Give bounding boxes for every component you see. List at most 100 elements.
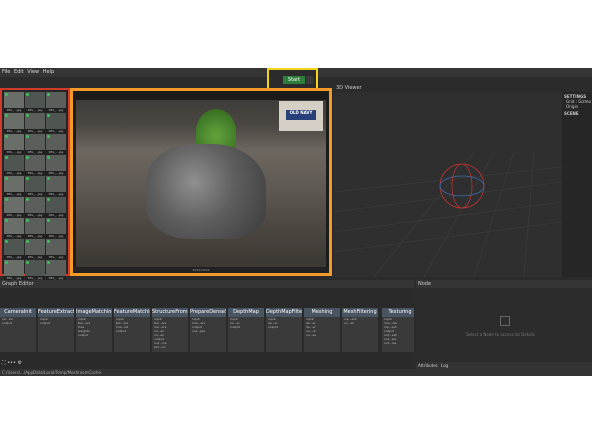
thumbnail[interactable]: IMG_...jpg [46,239,66,259]
graph-node-title: DepthMapFilter [266,308,302,317]
graph-node-title: FeatureMatching [114,308,150,317]
thumbnail[interactable]: IMG_...jpg [46,134,66,154]
start-button-highlight: Start [267,68,318,90]
graph-node[interactable]: ImageMatching input fea...ers tree weights ou… [76,308,112,352]
thumbnail[interactable]: IMG_...jpg [46,92,66,112]
thumbnail-label: IMG_...jpg [4,255,24,259]
thumbnail[interactable]: IMG_...jpg [46,260,66,280]
node-panel-message: Select a Node to access its Details [466,332,535,337]
thumbnail[interactable]: IMG_...jpg [4,155,24,175]
thumbnail-label: IMG_...jpg [4,150,24,154]
graph-editor[interactable]: CameraInit rai...ati output FeatureExtract i… [0,288,414,368]
thumbnail[interactable]: IMG_...jpg [4,113,24,133]
thumbnail-label: IMG_...jpg [4,192,24,196]
graph-node-port[interactable]: output [230,325,264,329]
thumbnail[interactable]: IMG_...jpg [25,197,45,217]
status-icon [5,240,8,243]
thumbnail-label: IMG_...jpg [46,171,66,175]
settings-origin[interactable]: Origin [566,104,592,109]
node-panel: Select a Node to access its Details [416,288,592,362]
viewer3d-canvas[interactable] [334,92,562,277]
more-icon[interactable]: ••• [7,360,16,366]
graph-node-port[interactable]: out...ges [192,329,226,333]
thumbnail[interactable]: IMG_...jpg [4,92,24,112]
graph-node[interactable]: StructureFromMotioninputfea...ersma...er… [152,308,188,352]
menu-help[interactable]: Help [43,69,54,75]
thumbnail[interactable]: IMG_...jpg [25,239,45,259]
thumbnail-label: IMG_...jpg [4,213,24,217]
graph-node[interactable]: Meshing input de...er de...er ou...ut ou...se [304,308,340,352]
graph-node-title: Texturing [382,308,414,317]
graph-node-port[interactable]: ext...ics [154,345,188,349]
thumbnail-label: IMG_...jpg [4,129,24,133]
thumbnail[interactable]: IMG_...jpg [25,176,45,196]
graph-node-title: ImageMatching [76,308,112,317]
thumbnail[interactable]: IMG_...jpg [25,155,45,175]
status-icon [26,219,29,222]
graph-node[interactable]: CameraInit rai...ati output [0,308,36,352]
image-path-bar [76,94,326,100]
image-gallery: IMG_...jpg IMG_...jpg IMG_...jpg IMG_...jpg… [0,88,70,301]
thumbnail[interactable]: IMG_...jpg [4,176,24,196]
thumbnail[interactable]: IMG_...jpg [46,113,66,133]
thumbnail[interactable]: IMG_...jpg [46,197,66,217]
tab-attributes[interactable]: Attributes [418,363,438,368]
thumbnail[interactable]: IMG_...jpg [25,260,45,280]
node-placeholder-icon [500,316,510,326]
thumbnail[interactable]: IMG_...jpg [4,239,24,259]
graph-node-port[interactable]: output [78,333,112,337]
thumbnail[interactable]: IMG_...jpg [4,260,24,280]
fit-icon[interactable]: ⛶ [2,360,6,366]
status-icon [5,261,8,264]
thumbnail[interactable]: IMG_...jpg [4,197,24,217]
thumbnail-label: IMG_...jpg [4,171,24,175]
graph-node[interactable]: DepthMap input im...er output [228,308,264,352]
graph-node-port[interactable]: output [116,329,150,333]
graph-node-port[interactable]: ou...sh [344,321,378,325]
status-icon [26,135,29,138]
thumbnail-label: IMG_...jpg [4,108,24,112]
thumbnail[interactable]: IMG_...jpg [4,218,24,238]
node-tabs: Attributes Log [416,362,592,369]
thumbnail[interactable]: IMG_...jpg [46,218,66,238]
graph-node[interactable]: DepthMapFilter input de...er output [266,308,302,352]
thumbnail[interactable]: IMG_...jpg [25,113,45,133]
status-icon [5,114,8,117]
graph-node-port[interactable]: output [40,321,74,325]
thumbnail-label: IMG_...jpg [46,129,66,133]
thumbnail[interactable]: IMG_...jpg [25,218,45,238]
status-icon [47,93,50,96]
status-icon [26,93,29,96]
menu-view[interactable]: View [27,69,39,75]
graph-node[interactable]: MeshFiltering inp...esh ou...sh [342,308,378,352]
thumbnail[interactable]: IMG_...jpg [25,134,45,154]
graph-node[interactable]: FeatureExtractioninputoutput [38,308,74,352]
graph-node-port[interactable]: output [268,325,302,329]
image-resolution: 4032x3024 [73,267,329,273]
start-options-button[interactable] [306,76,313,84]
viewer3d-grid [334,151,562,277]
menu-edit[interactable]: Edit [14,69,24,75]
status-icon [47,240,50,243]
graph-node[interactable]: PrepareDenseSceneinputima...ersoutputout… [190,308,226,352]
image-viewer: OLD NAVY 4032x3024 [70,88,332,276]
graph-node-port[interactable]: out...res [384,341,414,345]
tab-log[interactable]: Log [441,363,448,368]
thumbnail[interactable]: IMG_...jpg [46,155,66,175]
graph-node[interactable]: FeatureMatchinginputfea...ersima...istou… [114,308,150,352]
menu-file[interactable]: File [2,69,10,75]
thumbnail-label: IMG_...jpg [25,234,45,238]
start-button[interactable]: Start [283,76,305,84]
gear-icon[interactable]: ⚙ [18,360,22,366]
thumbnail[interactable]: IMG_...jpg [4,134,24,154]
graph-node-port[interactable]: ou...se [306,333,340,337]
graph-node[interactable]: Texturing input ima...der inp...esh output ou… [382,308,414,352]
thumbnail[interactable]: IMG_...jpg [25,92,45,112]
graph-node-title: DepthMap [228,308,264,317]
graph-node-port[interactable]: output [2,321,36,325]
graph-node-title: FeatureExtraction [38,308,74,317]
thumbnail-label: IMG_...jpg [46,108,66,112]
thumbnail[interactable]: IMG_...jpg [46,176,66,196]
graph-node-title: StructureFromMotion [152,308,188,317]
status-icon [5,219,8,222]
